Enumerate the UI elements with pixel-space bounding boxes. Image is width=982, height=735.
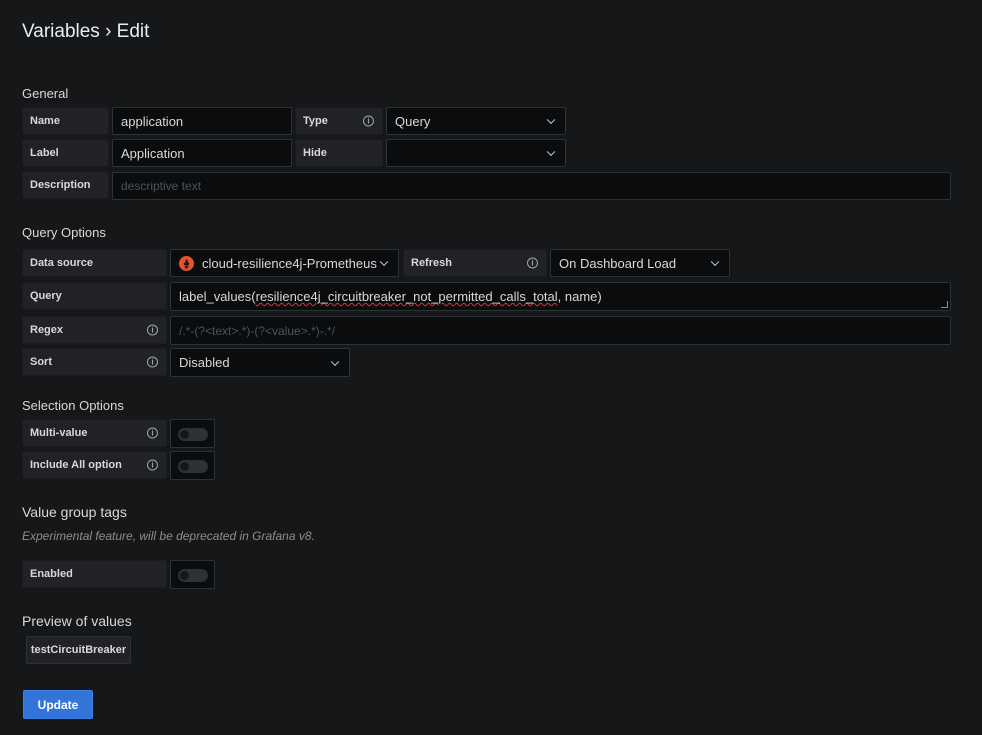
toggle-knob — [180, 571, 189, 580]
section-title-selection-options: Selection Options — [22, 398, 124, 413]
enabled-toggle-container — [170, 560, 215, 589]
info-circle-icon[interactable]: i — [147, 427, 158, 439]
multi-value-label: Multi-value i — [22, 419, 167, 447]
include-all-toggle[interactable] — [178, 460, 208, 473]
enabled-toggle[interactable] — [178, 569, 208, 582]
query-textarea[interactable]: label_values(resilience4j_circuitbreaker… — [170, 282, 951, 311]
info-circle-icon[interactable]: i — [363, 115, 374, 127]
chevron-down-icon — [330, 357, 340, 366]
section-title-query-options: Query Options — [22, 225, 106, 240]
type-label: Type i — [295, 107, 383, 135]
type-select[interactable]: Query — [386, 107, 566, 135]
regex-label: Regex i — [22, 316, 167, 344]
name-label: Name — [22, 107, 109, 135]
chevron-down-icon — [710, 257, 720, 267]
regex-input[interactable]: /.*-(?<text>.*)-(?<value>.*)-.*/ — [170, 316, 951, 345]
chevron-down-icon — [379, 257, 389, 267]
sort-label: Sort i — [22, 348, 167, 376]
section-title-general: General — [22, 86, 69, 101]
chevron-down-icon — [546, 147, 556, 157]
preview-value-tag: testCircuitBreaker — [26, 636, 131, 664]
query-label: Query — [22, 282, 167, 310]
info-circle-icon[interactable]: i — [147, 324, 158, 336]
refresh-select[interactable]: On Dashboard Load — [550, 249, 730, 277]
section-title-preview: Preview of values — [22, 613, 132, 629]
description-label: Description — [22, 171, 109, 199]
page-title: Variables › Edit — [22, 21, 150, 42]
datasource-label: Data source — [22, 249, 167, 277]
section-title-value-group-tags: Value group tags — [22, 504, 127, 520]
datasource-select[interactable]: cloud-resilience4j-Prometheus — [170, 249, 399, 277]
sort-select[interactable]: Disabled — [170, 348, 350, 377]
resize-handle-icon[interactable] — [941, 301, 948, 308]
multi-value-toggle-container — [170, 419, 215, 448]
multi-value-toggle[interactable] — [178, 428, 208, 441]
query-metric-text: resilience4j_circuitbreaker_not_permitte… — [255, 289, 558, 304]
prometheus-logo-icon — [179, 255, 194, 271]
description-input[interactable]: descriptive text — [112, 172, 951, 200]
chevron-down-icon — [546, 115, 556, 125]
enabled-label: Enabled — [22, 560, 167, 588]
toggle-knob — [180, 430, 189, 439]
label-label: Label — [22, 139, 109, 167]
hide-select[interactable] — [386, 139, 566, 167]
value-group-tags-note: Experimental feature, will be deprecated… — [22, 529, 315, 543]
refresh-label: Refresh i — [403, 249, 547, 277]
name-input[interactable]: application — [112, 107, 292, 135]
hide-label: Hide — [295, 139, 383, 167]
info-circle-icon[interactable]: i — [527, 257, 538, 269]
label-input[interactable]: Application — [112, 139, 292, 167]
update-button[interactable]: Update — [23, 690, 93, 719]
info-circle-icon[interactable]: i — [147, 459, 158, 471]
include-all-toggle-container — [170, 451, 215, 480]
include-all-label: Include All option i — [22, 451, 167, 479]
info-circle-icon[interactable]: i — [147, 356, 158, 368]
toggle-knob — [180, 462, 189, 471]
